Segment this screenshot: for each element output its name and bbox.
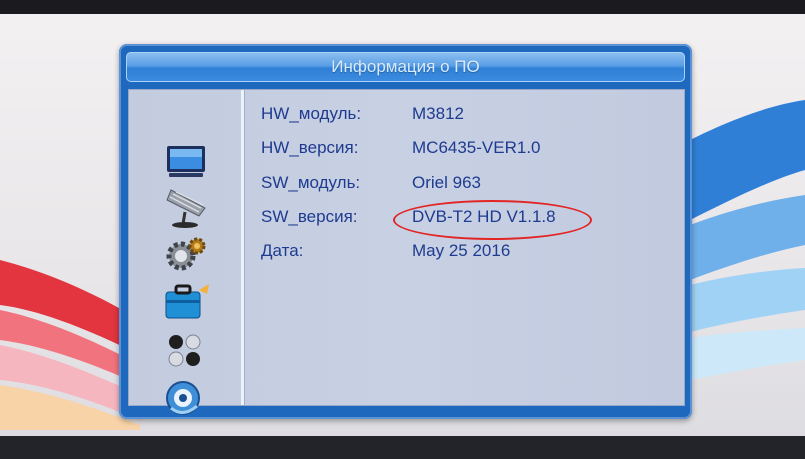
info-label: SW_модуль: xyxy=(261,173,361,192)
highlight-circle xyxy=(393,200,592,240)
tv-bezel-top xyxy=(0,0,805,14)
content-panel: HW_модуль: M3812 HW_версия: MC6435-VER1.… xyxy=(128,89,685,415)
toolbox-icon[interactable] xyxy=(161,280,211,322)
title-bar: Информация о ПО xyxy=(126,52,685,82)
tv-bezel-bottom xyxy=(0,436,805,459)
tv-icon[interactable] xyxy=(161,140,211,182)
tv-screen: Информация о ПО HW_модуль: M3812 HW_верс… xyxy=(0,0,805,459)
info-value: MC6435-VER1.0 xyxy=(412,138,541,157)
info-value: M3812 xyxy=(412,104,464,123)
software-info-dialog: Информация о ПО HW_модуль: M3812 HW_верс… xyxy=(119,44,692,419)
sidebar-divider xyxy=(241,90,244,405)
info-label: HW_модуль: xyxy=(261,104,362,123)
satellite-dish-icon[interactable] xyxy=(161,186,211,228)
disc-icon[interactable] xyxy=(161,378,211,420)
info-value: Oriel 963 xyxy=(412,173,481,192)
info-label: HW_версия: xyxy=(261,138,359,157)
dialog-title: Информация о ПО xyxy=(331,57,480,76)
info-value: May 25 2016 xyxy=(412,241,511,260)
info-label: Дата: xyxy=(261,241,304,260)
info-label: SW_версия: xyxy=(261,207,358,226)
background-swoosh-right xyxy=(690,100,805,380)
gear-icon[interactable] xyxy=(161,234,211,276)
dots-icon[interactable] xyxy=(161,330,211,372)
